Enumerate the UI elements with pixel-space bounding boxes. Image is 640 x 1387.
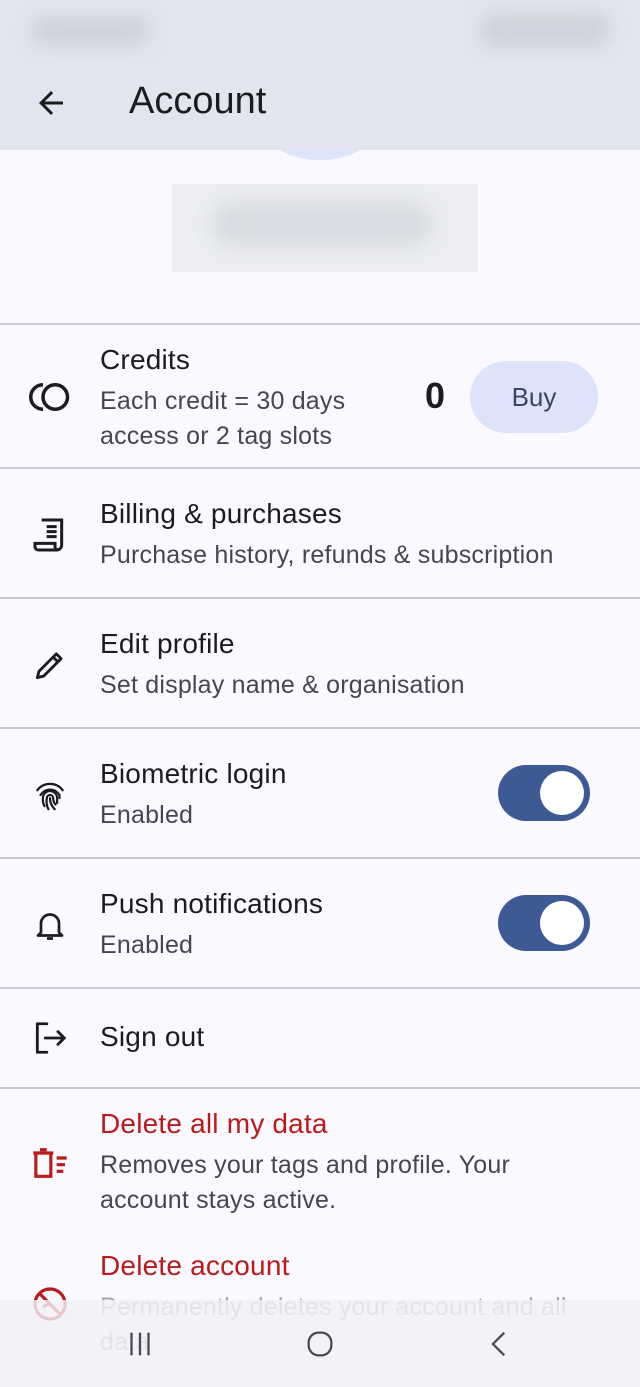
billing-row[interactable]: Billing & purchases Purchase history, re… bbox=[0, 469, 640, 598]
recent-apps-button[interactable] bbox=[110, 1318, 170, 1370]
home-icon bbox=[307, 1331, 333, 1357]
credits-row: Credits Each credit = 30 days access or … bbox=[0, 325, 640, 468]
system-nav-bar bbox=[0, 1300, 640, 1387]
credits-subtitle-line2: access or 2 tag slots bbox=[100, 422, 333, 450]
logout-icon bbox=[26, 1014, 74, 1062]
credits-title: Credits bbox=[100, 344, 191, 375]
push-notifications-title: Push notifications bbox=[100, 888, 324, 919]
delete-data-subtitle-line2: account stays active. bbox=[100, 1186, 337, 1214]
arrow-back-icon bbox=[39, 91, 63, 115]
delete-data-row[interactable]: Delete all my data Removes your tags and… bbox=[0, 1089, 640, 1229]
biometric-toggle[interactable] bbox=[498, 765, 590, 821]
edit-profile-row[interactable]: Edit profile Set display name & organisa… bbox=[0, 599, 640, 728]
toggle-knob bbox=[540, 901, 584, 945]
toggle-knob bbox=[540, 771, 584, 815]
bell-icon bbox=[26, 901, 74, 949]
sign-out-row[interactable]: Sign out bbox=[0, 989, 640, 1088]
biometric-row: Biometric login Enabled bbox=[0, 729, 640, 858]
status-bar-left-blur bbox=[30, 16, 150, 46]
receipt-icon bbox=[26, 511, 74, 559]
nav-back-icon bbox=[491, 1331, 506, 1357]
delete-data-subtitle-line1: Removes your tags and profile. Your bbox=[100, 1151, 511, 1179]
biometric-title: Biometric login bbox=[100, 758, 287, 789]
page-title: Account bbox=[129, 80, 267, 122]
push-notifications-toggle[interactable] bbox=[498, 895, 590, 951]
delete-sweep-icon bbox=[26, 1139, 74, 1187]
billing-title: Billing & purchases bbox=[100, 498, 342, 529]
back-button[interactable] bbox=[26, 78, 76, 128]
push-notifications-row: Push notifications Enabled bbox=[0, 859, 640, 988]
home-button[interactable] bbox=[290, 1318, 350, 1370]
credits-count: 0 bbox=[425, 375, 446, 416]
delete-data-title: Delete all my data bbox=[100, 1108, 328, 1139]
status-bar bbox=[0, 0, 640, 60]
edit-profile-title: Edit profile bbox=[100, 628, 235, 659]
credits-subtitle-line1: Each credit = 30 days bbox=[100, 387, 346, 415]
app-bar: Account bbox=[0, 60, 640, 150]
delete-account-title: Delete account bbox=[100, 1250, 290, 1281]
fingerprint-icon bbox=[26, 771, 74, 819]
edit-profile-subtitle: Set display name & organisation bbox=[100, 671, 465, 699]
pencil-icon bbox=[26, 641, 74, 689]
biometric-status: Enabled bbox=[100, 801, 194, 829]
billing-subtitle: Purchase history, refunds & subscription bbox=[100, 541, 554, 569]
status-bar-right-blur bbox=[480, 12, 610, 48]
nav-back-button[interactable] bbox=[470, 1318, 530, 1370]
sign-out-label: Sign out bbox=[100, 1021, 205, 1052]
recent-apps-icon bbox=[130, 1332, 150, 1356]
display-name-blurred bbox=[172, 184, 478, 272]
push-notifications-status: Enabled bbox=[100, 931, 194, 959]
buy-credits-button[interactable]: Buy bbox=[470, 361, 598, 433]
credits-icon bbox=[26, 373, 74, 421]
